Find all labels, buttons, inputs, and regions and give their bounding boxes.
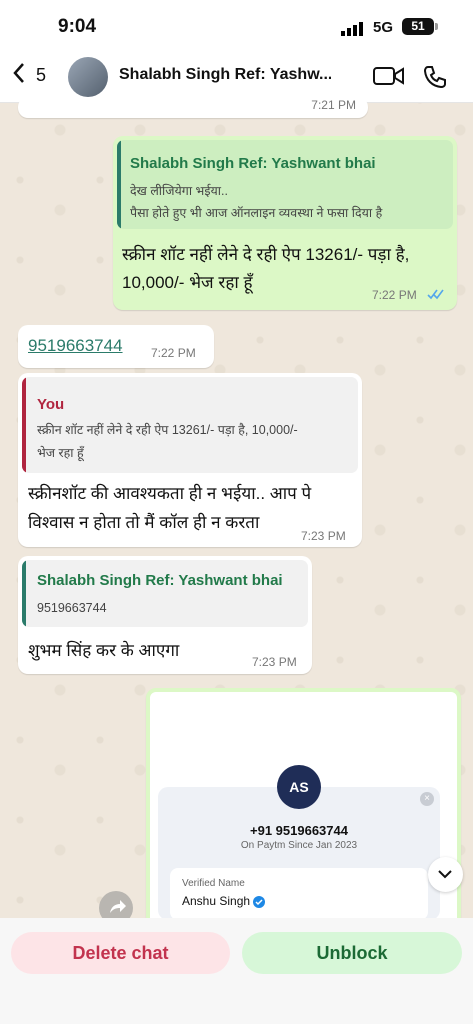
quote-bar (22, 377, 26, 473)
chevron-down-icon (438, 870, 452, 879)
message-bubble-incoming[interactable]: You स्क्रीन शॉट नहीं लेने दे रही ऐप 1326… (18, 373, 362, 547)
message-bubble-outgoing[interactable]: Shalabh Singh Ref: Yashwant bhai देख लीज… (113, 136, 457, 310)
close-icon: × (420, 792, 434, 806)
quoted-message[interactable]: Shalabh Singh Ref: Yashwant bhai 9519663… (22, 560, 308, 627)
scroll-down-button[interactable] (428, 857, 463, 892)
quote-author: Shalabh Singh Ref: Yashwant bhai (130, 155, 376, 172)
contact-initials: AS (277, 765, 321, 809)
message-bubble-incoming[interactable]: 9519663744 7:22 PM (18, 325, 214, 368)
signal-icon (341, 22, 365, 41)
status-bar: 9:04 5G 51 (0, 0, 473, 52)
message-bubble-partial[interactable]: 7:21 PM (18, 97, 368, 118)
quote-line: देख लीजियेगा भईया.. (130, 184, 228, 198)
contact-avatar[interactable] (68, 57, 108, 97)
back-button[interactable]: 5 (12, 62, 46, 89)
unread-count: 5 (36, 65, 47, 85)
card-subtitle: On Paytm Since Jan 2023 (240, 840, 358, 851)
video-call-icon[interactable] (373, 66, 404, 91)
chat-title[interactable]: Shalabh Singh Ref: Yashw... (119, 66, 331, 84)
chevron-left-icon (12, 62, 26, 89)
status-time: 9:04 (58, 16, 97, 37)
message-text: शुभम सिंह कर के आएगा (28, 641, 180, 660)
message-line: स्क्रीनशॉट की आवश्यकता ही न भईया.. आप पे (28, 484, 312, 503)
double-check-icon (427, 287, 445, 305)
quote-line: भेज रहा हूँ (37, 446, 84, 460)
battery-icon: 51 (402, 18, 438, 35)
delete-chat-button[interactable]: Delete chat (11, 932, 230, 974)
quote-bar (22, 560, 26, 627)
message-time: 7:23 PM (252, 655, 297, 669)
quote-author: You (37, 396, 65, 413)
quote-line: 9519663744 (37, 601, 107, 615)
quoted-message[interactable]: You स्क्रीन शॉट नहीं लेने दे रही ऐप 1326… (22, 377, 358, 473)
network-type: 5G (373, 19, 394, 36)
verified-name-box: Verified Name Anshu Singh (170, 868, 428, 920)
quote-author: Shalabh Singh Ref: Yashwant bhai (37, 572, 283, 589)
card-phone: +91 9519663744 (250, 823, 348, 838)
chat-header: 5 Shalabh Singh Ref: Yashw... (0, 52, 473, 103)
verified-label: Verified Name (182, 878, 245, 889)
message-time: 7:22 PM (372, 288, 417, 302)
phone-icon[interactable] (422, 64, 448, 95)
message-bubble-incoming[interactable]: Shalabh Singh Ref: Yashwant bhai 9519663… (18, 556, 312, 674)
unblock-button[interactable]: Unblock (242, 932, 462, 974)
message-time: 7:22 PM (151, 346, 196, 360)
message-time: 7:21 PM (311, 98, 356, 112)
message-line: 10,000/- भेज रहा हूँ (122, 273, 253, 292)
quote-line: स्क्रीन शॉट नहीं लेने दे रही ऐप 13261/- … (37, 423, 298, 437)
message-line: विश्वास न होता तो मैं कॉल ही न करता (28, 513, 260, 532)
verified-badge-icon (253, 895, 265, 913)
quoted-message[interactable]: Shalabh Singh Ref: Yashwant bhai देख लीज… (117, 140, 453, 229)
quote-bar (117, 140, 121, 229)
phone-number-link[interactable]: 9519663744 (28, 332, 123, 360)
message-time: 7:23 PM (301, 529, 346, 543)
message-line: स्क्रीन शॉट नहीं लेने दे रही ऐप 13261/- … (122, 245, 410, 264)
verified-name: Anshu Singh (182, 894, 251, 908)
quote-line: पैसा होते हुए भी आज ऑनलाइन व्यवस्था ने फ… (130, 206, 383, 220)
